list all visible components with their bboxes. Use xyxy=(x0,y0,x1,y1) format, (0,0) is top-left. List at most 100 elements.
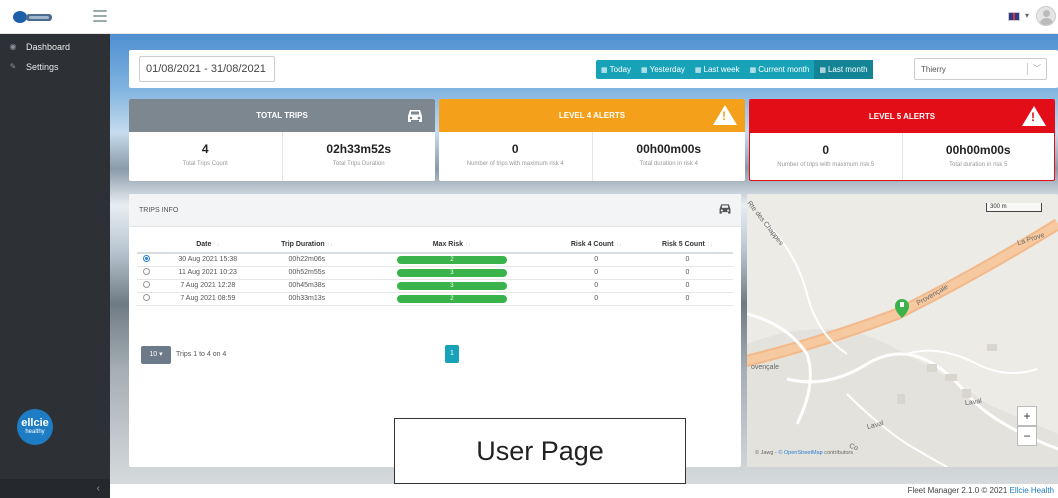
top-bar: ▾ xyxy=(0,0,1058,34)
risk4-cell: 0 xyxy=(550,292,642,306)
sidebar-item-settings[interactable]: ✎ Settings xyxy=(0,57,110,77)
risk-bar: 3 xyxy=(396,268,507,277)
stat-cell: 0 Number of trips with maximum risk 4 xyxy=(439,132,592,181)
chevron-down-icon[interactable]: ﹀ xyxy=(1033,63,1041,74)
range-yesterday-button[interactable]: ▦ Yesterday xyxy=(636,60,690,79)
sidebar-collapse-icon[interactable]: ‹ xyxy=(0,479,110,498)
max-risk-cell: 2 xyxy=(353,292,551,306)
warning-icon: ! xyxy=(713,105,737,125)
stat-value: 0 xyxy=(822,143,830,157)
warning-icon: ! xyxy=(1022,106,1046,126)
user-page-label: User Page xyxy=(394,418,686,484)
table-row[interactable]: 7 Aug 2021 08:59 00h33m13s 2 0 0 xyxy=(137,292,733,306)
table-row[interactable]: 30 Aug 2021 15:38 00h22m06s 2 0 0 xyxy=(137,253,733,267)
row-radio[interactable] xyxy=(142,255,150,263)
language-caret-icon[interactable]: ▾ xyxy=(1025,11,1029,20)
range-last-month-button[interactable]: ▦ Last month xyxy=(814,60,873,79)
sidebar-item-dashboard[interactable]: ◉ Dashboard xyxy=(0,37,110,57)
trips-panel-title: TRIPS INFO xyxy=(139,207,179,214)
row-radio[interactable] xyxy=(142,281,150,288)
sort-icon[interactable]: ↑↓ xyxy=(465,242,471,248)
max-risk-cell: 3 xyxy=(353,279,551,293)
app-logo[interactable] xyxy=(12,9,54,25)
page-size-value: 10 xyxy=(149,351,158,358)
page-size-select[interactable]: 10 ▾ xyxy=(141,346,171,364)
stat-cell: 00h00m00s Total duration in risk 4 xyxy=(591,132,746,181)
table-header-row: Date ↑↓ Trip Duration ↑↓ Max Risk ↑↓ Ris… xyxy=(137,237,733,254)
trip-date-cell: 30 Aug 2021 15:38 xyxy=(155,253,261,267)
column-header-date[interactable]: Date ↑↓ xyxy=(155,237,261,254)
calendar-icon: ▦ xyxy=(694,67,702,74)
sort-icon[interactable]: ↑↓ xyxy=(616,242,622,248)
row-radio[interactable] xyxy=(142,268,150,275)
column-header-label: Risk 5 Count xyxy=(662,241,705,248)
trip-duration-cell: 00h52m55s xyxy=(260,266,354,280)
sidebar-item-label: Dashboard xyxy=(26,42,71,52)
calendar-icon: ▦ xyxy=(819,67,826,74)
sort-icon[interactable]: ↑↓ xyxy=(213,242,219,248)
stat-label: Total duration in risk 5 xyxy=(949,162,1008,168)
column-header-label: Date xyxy=(196,241,212,248)
column-header-label: Max Risk xyxy=(432,241,464,248)
max-risk-cell: 3 xyxy=(353,266,551,280)
date-filter-card: 01/08/2021 - 31/08/2021 ▦ Today ▦ Yesterda… xyxy=(129,50,1007,88)
date-range-input[interactable]: 01/08/2021 - 31/08/2021 xyxy=(139,56,275,82)
range-today-button[interactable]: ▦ Today xyxy=(596,60,636,79)
max-risk-cell: 2 xyxy=(353,253,551,267)
map-canvas[interactable] xyxy=(747,194,1058,467)
trips-table: Date ↑↓ Trip Duration ↑↓ Max Risk ↑↓ Ris… xyxy=(137,237,733,306)
user-avatar[interactable] xyxy=(1036,6,1056,26)
footer-text: Fleet Manager 2.1.0 © 2021 Ellcie Health xyxy=(908,486,1054,495)
stat-cell: 0 Number of trips with maximum risk 5 xyxy=(750,133,902,180)
brand-logo-text: ellcie xyxy=(21,417,49,429)
risk4-cell: 0 xyxy=(550,253,642,267)
risk5-cell: 0 xyxy=(641,292,733,306)
table-row[interactable]: 11 Aug 2021 10:23 00h52m55s 3 0 0 xyxy=(137,266,733,280)
column-header-max-risk[interactable]: Max Risk ↑↓ xyxy=(353,237,551,254)
stat-label: Number of trips with maximum risk 4 xyxy=(466,161,564,167)
hamburger-menu-icon[interactable] xyxy=(93,10,107,22)
trip-date-cell: 7 Aug 2021 08:59 xyxy=(155,292,261,306)
sidebar: ◉ Dashboard ✎ Settings ellcie healthy ‹ xyxy=(0,34,110,498)
sort-icon[interactable]: ↑↓ xyxy=(707,242,713,248)
footer-version: Fleet Manager 2.1.0 © 2021 xyxy=(907,486,1010,495)
trip-map[interactable]: Rte des Chappes La Prove Provençale oven… xyxy=(747,194,1058,467)
column-header-risk5[interactable]: Risk 5 Count ↑↓ xyxy=(641,237,733,254)
range-last-week-button[interactable]: ▦ Last week xyxy=(690,60,745,79)
footer-brand-link[interactable]: Ellcie Health xyxy=(1010,486,1054,495)
total-trips-card: TOTAL TRIPS 4 Total Trips Count 02h33m52s… xyxy=(129,99,435,181)
sort-icon[interactable]: ↑↓ xyxy=(327,242,333,248)
zoom-in-button[interactable]: + xyxy=(1017,406,1037,426)
range-label: Last month xyxy=(827,65,868,74)
risk5-cell: 0 xyxy=(641,279,733,293)
attribution-link[interactable]: © OpenStreetMap xyxy=(778,450,822,456)
car-icon xyxy=(408,110,422,122)
zoom-out-button[interactable]: − xyxy=(1017,426,1037,446)
range-label: Current month xyxy=(758,65,810,74)
stat-card-header: LEVEL 4 ALERTS ! xyxy=(439,99,745,132)
page-button-1[interactable]: 1 xyxy=(445,345,459,363)
map-attribution: © Jawg - © OpenStreetMap contributors xyxy=(755,450,853,456)
column-header-label: Trip Duration xyxy=(281,241,325,248)
attribution-text: © Jawg - xyxy=(755,450,779,456)
range-label: Last week xyxy=(703,65,740,74)
column-header-risk4[interactable]: Risk 4 Count ↑↓ xyxy=(550,237,642,254)
risk5-cell: 0 xyxy=(641,253,733,267)
stat-cell: 02h33m52s Total Trips Duration xyxy=(281,132,436,181)
row-radio[interactable] xyxy=(142,294,150,301)
range-current-month-button[interactable]: ▦ Current month xyxy=(745,60,815,79)
sidebar-item-label: Settings xyxy=(26,62,59,72)
range-label: Yesterday xyxy=(649,65,685,74)
table-row[interactable]: 7 Aug 2021 12:28 00h45m38s 3 0 0 xyxy=(137,279,733,293)
uk-flag-icon[interactable] xyxy=(1008,12,1020,21)
calendar-icon: ▦ xyxy=(640,67,648,74)
column-header-label: Risk 4 Count xyxy=(570,241,614,248)
stat-value: 00h00m00s xyxy=(945,143,1011,157)
range-label: Today xyxy=(609,65,631,74)
footer: Fleet Manager 2.1.0 © 2021 Ellcie Health xyxy=(110,484,1058,498)
level-4-alerts-card: LEVEL 4 ALERTS ! 0 Number of trips with m… xyxy=(439,99,745,181)
user-select[interactable]: Thierry ﹀ xyxy=(914,58,1047,80)
trip-duration-cell: 00h33m13s xyxy=(260,292,354,306)
column-header-duration[interactable]: Trip Duration ↑↓ xyxy=(260,237,354,254)
trips-panel-header: TRIPS INFO xyxy=(129,194,741,227)
